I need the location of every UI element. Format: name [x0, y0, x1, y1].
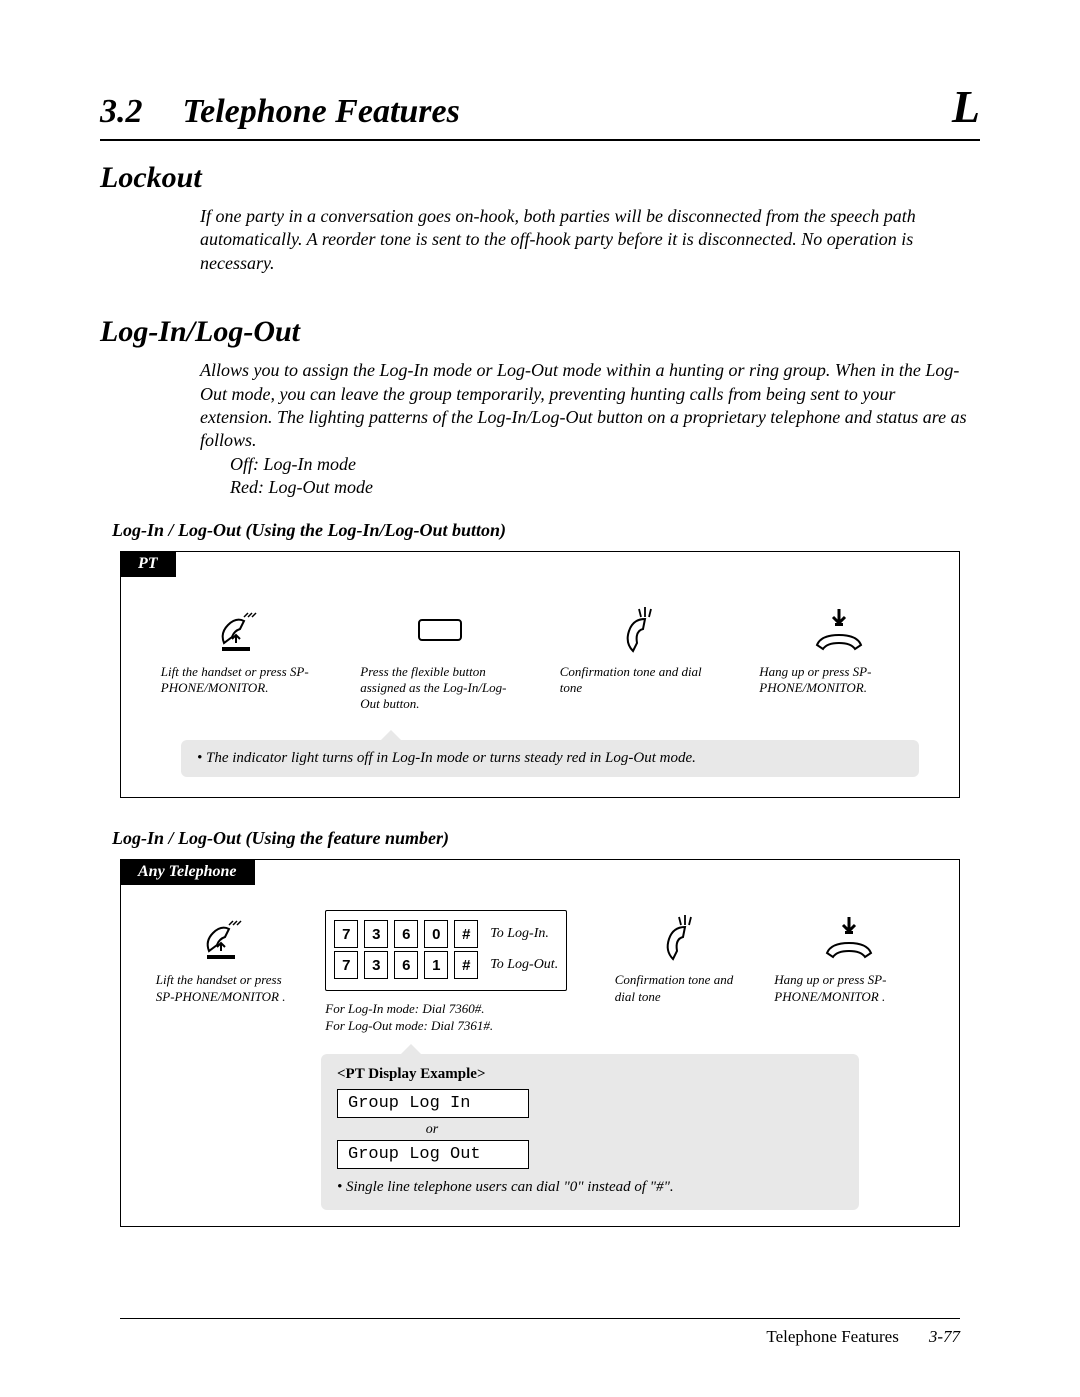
step1-caption: Lift the handset or press SP-PHONE/MONIT… — [161, 664, 321, 697]
step-confirmation-tone-2: Confirmation tone and dial tone — [615, 910, 745, 1005]
login-logout-body-text: Allows you to assign the Log-In mode or … — [200, 360, 967, 450]
handset-lift-icon — [214, 602, 268, 658]
dial-row-login: 7 3 6 0 # To Log-In. — [334, 920, 558, 948]
key-3b: 3 — [364, 951, 388, 979]
display-example: <PT Display Example> Group Log In or Gro… — [321, 1054, 859, 1210]
mode-off: Off: Log-In mode — [230, 453, 356, 476]
dial-login-label: To Log-In. — [490, 926, 549, 942]
method-feature-title: Log-In / Log-Out (Using the feature numb… — [112, 828, 980, 849]
lcd-line-1: Group Log In — [337, 1089, 529, 1118]
step-press-flexible: Press the flexible button assigned as th… — [360, 602, 520, 713]
step-confirmation-tone: Confirmation tone and dial tone — [560, 602, 720, 697]
key-6: 6 — [394, 920, 418, 948]
lcd-line-2: Group Log Out — [337, 1140, 529, 1169]
procedure-tab-pt: PT — [120, 551, 176, 577]
key-7: 7 — [334, 920, 358, 948]
indicator-note: • The indicator light turns off in Log-I… — [181, 740, 919, 777]
step4-caption: Hang up or press SP-PHONE/MONITOR. — [759, 664, 919, 697]
mode-red: Red: Log-Out mode — [230, 476, 373, 499]
display-note: • Single line telephone users can dial "… — [337, 1179, 843, 1196]
step3-caption-2: Confirmation tone and dial tone — [615, 972, 745, 1005]
dial-block: 7 3 6 0 # To Log-In. 7 3 6 1 # To Log-Ou… — [325, 910, 567, 991]
step-lift-handset-2: Lift the handset or press SP-PHONE/MONIT… — [156, 910, 296, 1005]
login-logout-heading: Log-In/Log-Out — [100, 315, 980, 349]
step4-caption-2: Hang up or press SP-PHONE/MONITOR . — [774, 972, 924, 1005]
method-button-title: Log-In / Log-Out (Using the Log-In/Log-O… — [112, 520, 980, 541]
dial-caption-logout: For Log-Out mode: Dial 7361#. — [325, 1018, 585, 1034]
display-title: <PT Display Example> — [337, 1066, 843, 1083]
procedure-box-pt: PT Lift the handset or press SP-PHONE/MO… — [120, 551, 960, 799]
lockout-heading: Lockout — [100, 161, 980, 195]
dial-caption-login: For Log-In mode: Dial 7360#. — [325, 1001, 585, 1017]
hang-up-icon-2 — [817, 910, 881, 966]
page-header: 3.2 Telephone Features L — [100, 80, 980, 141]
hang-up-icon — [807, 602, 871, 658]
handset-lift-icon-2 — [199, 910, 253, 966]
section-letter: L — [952, 80, 980, 133]
procedure-box-any: Any Telephone Lift the handset or press … — [120, 859, 960, 1227]
dial-row-logout: 7 3 6 1 # To Log-Out. — [334, 951, 558, 979]
footer-title: Telephone Features — [766, 1327, 898, 1347]
page-footer: Telephone Features 3-77 — [120, 1318, 960, 1347]
key-6b: 6 — [394, 951, 418, 979]
step-lift-handset: Lift the handset or press SP-PHONE/MONIT… — [161, 602, 321, 697]
key-1: 1 — [424, 951, 448, 979]
footer-page: 3-77 — [929, 1327, 960, 1347]
section-number: 3.2 — [100, 93, 143, 131]
tone-handset-icon-2 — [653, 910, 707, 966]
step-hang-up-2: Hang up or press SP-PHONE/MONITOR . — [774, 910, 924, 1005]
flexible-button-icon — [418, 602, 462, 658]
key-3: 3 — [364, 920, 388, 948]
key-0: 0 — [424, 920, 448, 948]
key-hash-b: # — [454, 951, 478, 979]
indicator-note-text: • The indicator light turns off in Log-I… — [197, 750, 696, 766]
login-logout-body: Allows you to assign the Log-In mode or … — [200, 359, 970, 499]
procedure-tab-any: Any Telephone — [120, 859, 255, 885]
step-hang-up: Hang up or press SP-PHONE/MONITOR. — [759, 602, 919, 697]
section-title: Telephone Features — [183, 93, 952, 131]
key-hash: # — [454, 920, 478, 948]
tone-handset-icon — [613, 602, 667, 658]
key-7b: 7 — [334, 951, 358, 979]
step-dial-codes: 7 3 6 0 # To Log-In. 7 3 6 1 # To Log-Ou… — [325, 910, 585, 1034]
dial-logout-label: To Log-Out. — [490, 957, 558, 973]
display-or: or — [337, 1122, 527, 1138]
step1-caption-2: Lift the handset or press SP-PHONE/MONIT… — [156, 972, 296, 1005]
step2-caption: Press the flexible button assigned as th… — [360, 664, 520, 713]
step3-caption: Confirmation tone and dial tone — [560, 664, 720, 697]
lockout-body: If one party in a conversation goes on-h… — [200, 205, 970, 275]
